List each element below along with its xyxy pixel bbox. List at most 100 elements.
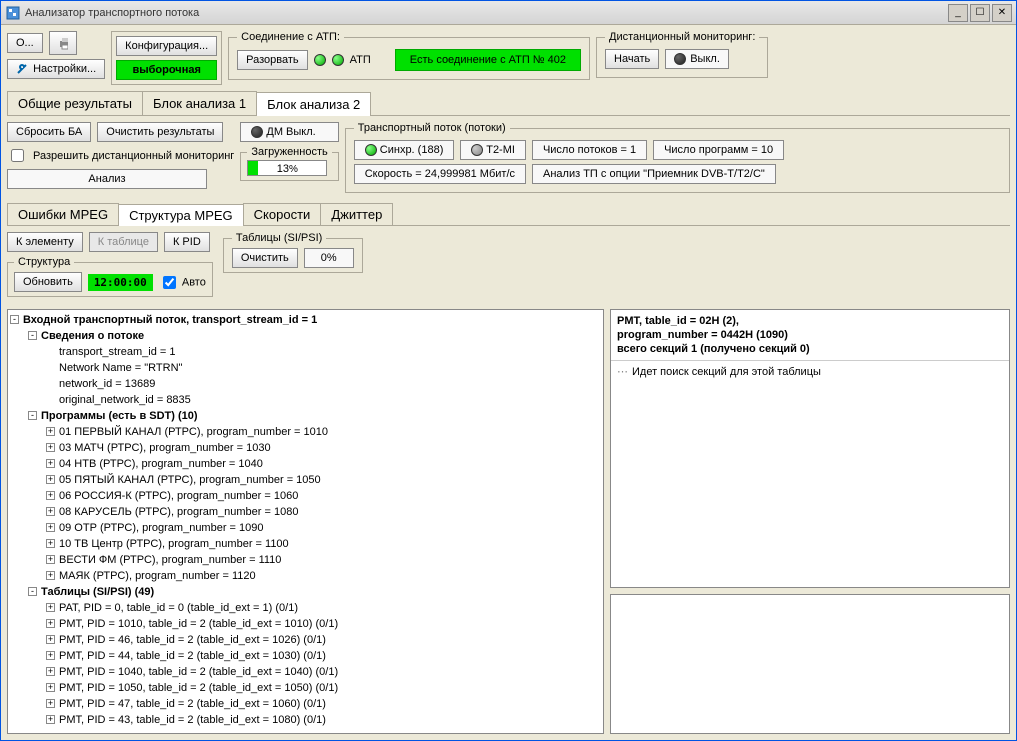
tree-expander[interactable]: - — [10, 315, 19, 324]
minimize-button[interactable]: _ — [948, 4, 968, 22]
tree-stream-detail[interactable]: Network Name = "RTRN" — [10, 360, 601, 376]
tree-table[interactable]: +PMT, PID = 47, table_id = 2 (table_id_e… — [10, 696, 601, 712]
tree-expander[interactable]: + — [46, 443, 55, 452]
tree-table[interactable]: +PMT, PID = 1010, table_id = 2 (table_id… — [10, 616, 601, 632]
tree-stream-detail[interactable]: original_network_id = 8835 — [10, 392, 601, 408]
reset-ba-button[interactable]: Сбросить БА — [7, 122, 91, 142]
configuration-button[interactable]: Конфигурация... — [116, 36, 217, 56]
tree-expander[interactable]: + — [46, 459, 55, 468]
tree-expander[interactable]: + — [46, 635, 55, 644]
printer-icon — [58, 36, 68, 50]
remote-group: Дистанционный мониторинг: Начать Выкл. — [596, 31, 768, 78]
tree-program[interactable]: +06 РОССИЯ-К (РТРС), program_number = 10… — [10, 488, 601, 504]
tree-expander[interactable]: + — [46, 619, 55, 628]
auto-input[interactable] — [163, 276, 176, 289]
tree-expander[interactable]: + — [46, 667, 55, 676]
window-title: Анализатор транспортного потока — [25, 7, 948, 19]
tree-expander[interactable]: + — [46, 651, 55, 660]
tree-table[interactable]: +PMT, PID = 1050, table_id = 2 (table_id… — [10, 680, 601, 696]
detail-searching: Идет поиск секций для этой таблицы — [632, 365, 821, 379]
close-button[interactable]: ✕ — [992, 4, 1012, 22]
clear-tables-button[interactable]: Очистить — [232, 248, 298, 268]
allow-remote-checkbox[interactable]: Разрешить дистанционный мониторинг — [7, 146, 234, 165]
disconnect-button[interactable]: Разорвать — [237, 50, 308, 70]
tree-table[interactable]: +PMT, PID = 1040, table_id = 2 (table_id… — [10, 664, 601, 680]
tree-stream-detail[interactable]: network_id = 13689 — [10, 376, 601, 392]
tree-stream-info[interactable]: -Сведения о потоке — [10, 328, 601, 344]
transport-stream-group: Транспортный поток (потоки) Синхр. (188)… — [345, 122, 1010, 193]
tree-expander[interactable]: + — [46, 523, 55, 532]
tree-root[interactable]: -Входной транспортный поток, transport_s… — [10, 312, 601, 328]
tab-analysis-block-2[interactable]: Блок анализа 2 — [256, 92, 371, 116]
tree-program[interactable]: +05 ПЯТЫЙ КАНАЛ (РТРС), program_number =… — [10, 472, 601, 488]
tree-program[interactable]: +01 ПЕРВЫЙ КАНАЛ (РТРС), program_number … — [10, 424, 601, 440]
t2mi-indicator: T2-MI — [460, 140, 526, 160]
tree-program[interactable]: +ВЕСТИ ФМ (РТРС), program_number = 1110 — [10, 552, 601, 568]
control-row: Сбросить БА Очистить результаты Разрешит… — [1, 116, 1016, 199]
tree-panel[interactable]: -Входной транспортный поток, transport_s… — [7, 309, 604, 734]
connection-status: Есть соединение с АТП № 402 — [395, 49, 581, 71]
tree-program[interactable]: +04 НТВ (РТРС), program_number = 1040 — [10, 456, 601, 472]
subtab-speeds[interactable]: Скорости — [243, 203, 322, 225]
tree-expander[interactable]: + — [46, 715, 55, 724]
tree-program[interactable]: +09 ОТР (РТРС), program_number = 1090 — [10, 520, 601, 536]
tree-program[interactable]: +10 ТВ Центр (РТРС), program_number = 11… — [10, 536, 601, 552]
tables-percent: 0% — [304, 248, 354, 268]
connection-group: Соединение с АТП: Разорвать АТП Есть сое… — [228, 31, 590, 80]
titlebar: Анализатор транспортного потока _ ☐ ✕ — [1, 1, 1016, 25]
detail-line-2: program_number = 0442H (1090) — [617, 328, 1003, 342]
allow-remote-input[interactable] — [11, 149, 24, 162]
remote-start-button[interactable]: Начать — [605, 49, 659, 69]
tree-expander[interactable]: - — [28, 411, 37, 420]
wrench-icon — [16, 63, 28, 75]
tree-table[interactable]: +PMT, PID = 44, table_id = 2 (table_id_e… — [10, 648, 601, 664]
auto-checkbox[interactable]: Авто — [159, 273, 206, 292]
subtab-mpeg-errors[interactable]: Ошибки MPEG — [7, 203, 119, 225]
stream-count: Число потоков = 1 — [532, 140, 647, 160]
led-connection-2 — [332, 54, 344, 66]
tables-group: Таблицы (SI/PSI) Очистить 0% — [223, 232, 363, 273]
led-remote-off — [674, 53, 686, 65]
tree-program[interactable]: +08 КАРУСЕЛЬ (РТРС), program_number = 10… — [10, 504, 601, 520]
app-icon — [5, 5, 21, 21]
subtab-jitter[interactable]: Джиттер — [320, 203, 393, 225]
update-button[interactable]: Обновить — [14, 272, 82, 292]
to-element-button[interactable]: К элементу — [7, 232, 83, 252]
tree-expander[interactable]: + — [46, 475, 55, 484]
tree-expander[interactable]: + — [46, 507, 55, 516]
clear-results-button[interactable]: Очистить результаты — [97, 122, 223, 142]
tree-expander[interactable]: + — [46, 699, 55, 708]
open-button[interactable]: О... — [7, 33, 43, 53]
tree-table[interactable]: +PAT, PID = 0, table_id = 0 (table_id_ex… — [10, 600, 601, 616]
detail-line-3: всего секций 1 (получено секций 0) — [617, 342, 1003, 356]
to-table-button[interactable]: К таблице — [89, 232, 158, 252]
tree-stream-detail[interactable]: transport_stream_id = 1 — [10, 344, 601, 360]
subtab-mpeg-structure[interactable]: Структура MPEG — [118, 204, 244, 226]
mode-button[interactable]: выборочная — [116, 60, 217, 80]
tree-expander[interactable]: + — [46, 491, 55, 500]
tree-expander[interactable]: + — [46, 555, 55, 564]
tree-program[interactable]: +МАЯК (РТРС), program_number = 1120 — [10, 568, 601, 584]
tree-expander[interactable]: + — [46, 427, 55, 436]
tree-expander[interactable]: - — [28, 587, 37, 596]
tree-expander[interactable]: + — [46, 603, 55, 612]
settings-button[interactable]: Настройки... — [7, 59, 105, 79]
print-button[interactable] — [49, 31, 77, 55]
sync-indicator: Синхр. (188) — [354, 140, 455, 160]
tree-expander[interactable]: + — [46, 571, 55, 580]
tree-table[interactable]: +PMT, PID = 46, table_id = 2 (table_id_e… — [10, 632, 601, 648]
tree-tables[interactable]: -Таблицы (SI/PSI) (49) — [10, 584, 601, 600]
tab-general-results[interactable]: Общие результаты — [7, 91, 143, 115]
tab-analysis-block-1[interactable]: Блок анализа 1 — [142, 91, 257, 115]
led-sync — [365, 144, 377, 156]
tree-expander[interactable]: + — [46, 683, 55, 692]
to-pid-button[interactable]: К PID — [164, 232, 210, 252]
maximize-button[interactable]: ☐ — [970, 4, 990, 22]
tree-program[interactable]: +03 МАТЧ (РТРС), program_number = 1030 — [10, 440, 601, 456]
structure-toolbar: К элементу К таблице К PID Структура Обн… — [1, 226, 1016, 303]
tree-programs[interactable]: -Программы (есть в SDT) (10) — [10, 408, 601, 424]
tree-expander[interactable]: - — [28, 331, 37, 340]
sub-tabs: Ошибки MPEG Структура MPEG Скорости Джит… — [7, 203, 1010, 226]
tree-table[interactable]: +PMT, PID = 43, table_id = 2 (table_id_e… — [10, 712, 601, 728]
tree-expander[interactable]: + — [46, 539, 55, 548]
